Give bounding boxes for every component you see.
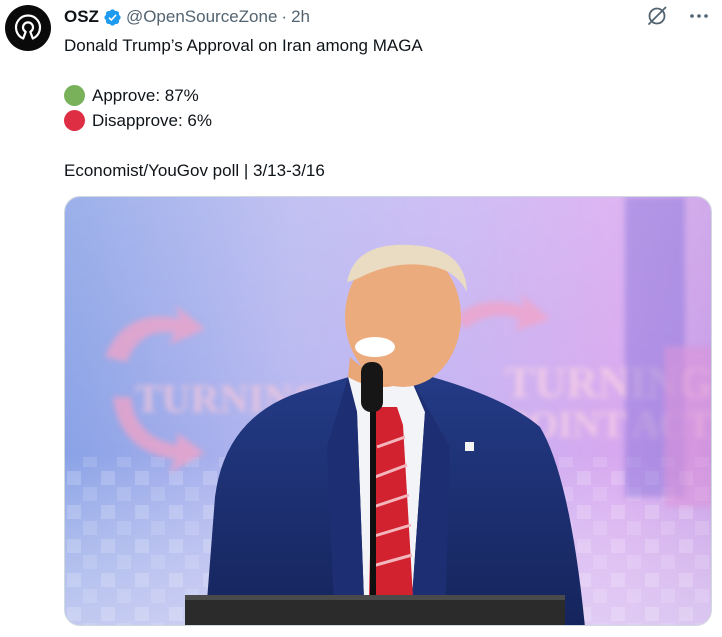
grok-icon[interactable]: [646, 5, 668, 27]
disapprove-label: Disapprove: 6%: [92, 111, 213, 130]
poll-source: Economist/YouGov poll | 3/13-3/16: [64, 161, 325, 180]
author-handle[interactable]: @OpenSourceZone: [126, 7, 277, 27]
disapprove-line: Disapprove: 6%: [64, 108, 702, 133]
more-options-icon[interactable]: [688, 5, 710, 27]
post-timestamp[interactable]: 2h: [291, 7, 310, 27]
verified-badge-icon[interactable]: [103, 8, 122, 27]
open-source-logo-icon: [14, 14, 42, 40]
post-photo[interactable]: TURNING TURNING POINT ACTION: [64, 196, 712, 626]
approve-label: Approve: 87%: [92, 86, 199, 105]
post-actions: [646, 5, 710, 27]
green-circle-icon: [64, 85, 85, 106]
red-circle-icon: [64, 110, 85, 131]
author-name[interactable]: OSZ: [64, 7, 99, 27]
photo-illustration: TURNING TURNING POINT ACTION: [65, 197, 711, 625]
post-header: OSZ @OpenSourceZone · 2h: [64, 5, 702, 29]
post-title: Donald Trump’s Approval on Iran among MA…: [64, 36, 423, 55]
approve-line: Approve: 87%: [64, 83, 702, 108]
separator-dot: ·: [281, 7, 288, 26]
avatar[interactable]: [5, 5, 51, 51]
post-text: Donald Trump’s Approval on Iran among MA…: [64, 33, 702, 183]
